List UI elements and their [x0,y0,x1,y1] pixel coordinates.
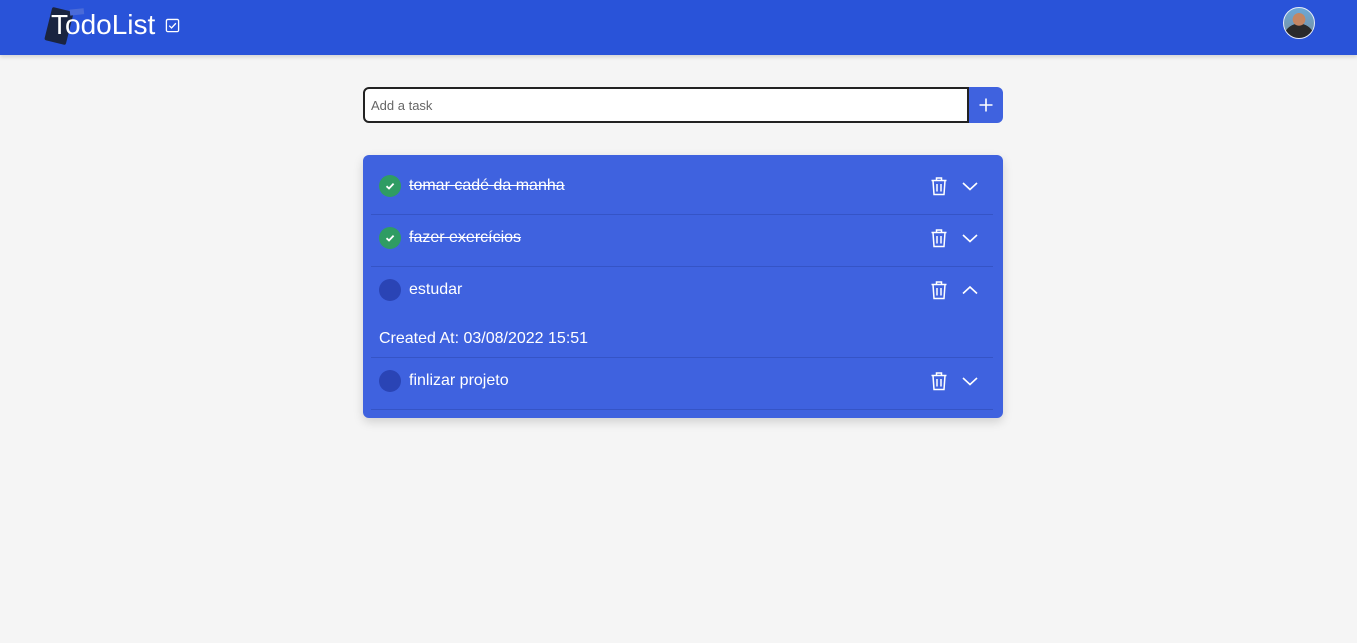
check-icon [385,182,395,190]
task-item: tomar cadé da manha [371,163,993,215]
expand-task-button[interactable] [959,370,981,392]
delete-task-button[interactable] [929,175,949,197]
app-header: TodoList [0,0,1357,55]
task-done-toggle[interactable] [379,175,401,197]
trash-icon [931,281,947,300]
user-avatar[interactable] [1283,7,1315,39]
app-title: TodoList [51,9,156,40]
add-task-button[interactable] [969,87,1003,123]
add-task-input[interactable] [363,87,969,123]
task-list: tomar cadé da manha fazer exercícios est… [363,155,1003,418]
plus-icon [979,98,993,112]
add-task-form [363,87,1003,123]
task-label: estudar [409,281,463,298]
chevron-down-icon [962,234,978,243]
chevron-up-icon [962,285,978,295]
expand-task-button[interactable] [959,227,981,249]
checkbox-icon [165,18,180,33]
task-done-toggle[interactable] [379,227,401,249]
task-item: estudar Created At: 03/08/2022 15:51 [371,267,993,358]
expand-task-button[interactable] [959,175,981,197]
task-created-at: Created At: 03/08/2022 15:51 [379,330,589,347]
task-item: finlizar projeto [371,358,993,410]
check-icon [385,234,395,242]
trash-icon [931,177,947,196]
delete-task-button[interactable] [929,370,949,392]
chevron-down-icon [962,182,978,191]
task-done-toggle[interactable] [379,370,401,392]
trash-icon [931,372,947,391]
chevron-down-icon [962,377,978,386]
delete-task-button[interactable] [929,279,949,301]
collapse-task-button[interactable] [959,279,981,301]
task-done-toggle[interactable] [379,279,401,301]
task-label: finlizar projeto [409,372,509,389]
delete-task-button[interactable] [929,227,949,249]
trash-icon [931,229,947,248]
task-item: fazer exercícios [371,215,993,267]
task-label: fazer exercícios [409,229,522,246]
task-label: tomar cadé da manha [409,177,565,194]
